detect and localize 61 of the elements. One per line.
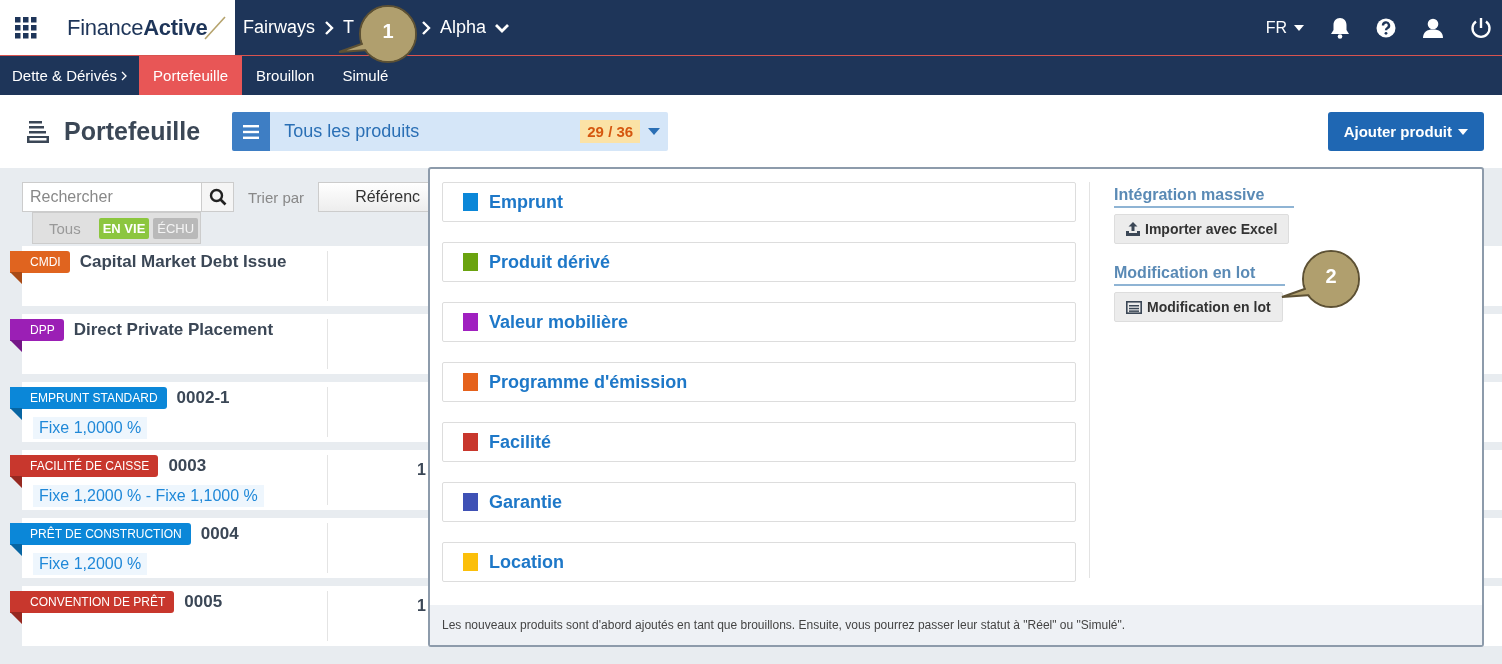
rate-label: Fixe 1,2000 % xyxy=(33,553,148,575)
nav-tab[interactable]: Portefeuille xyxy=(139,56,243,95)
caret-icon xyxy=(648,128,661,135)
menu-icon[interactable] xyxy=(232,112,271,151)
section-label: Dette & Dérivés xyxy=(12,67,118,84)
ribbon-fold xyxy=(10,612,22,624)
breadcrumb-link[interactable]: Fairways xyxy=(243,17,315,38)
sort-label: Trier par xyxy=(248,188,305,206)
power-icon[interactable] xyxy=(1470,16,1492,39)
product-type-option[interactable]: Garantie xyxy=(442,482,1076,522)
product-title[interactable]: Capital Market Debt Issue xyxy=(79,251,287,272)
product-type-option[interactable]: Produit dérivé xyxy=(442,242,1076,282)
breadcrumb-link[interactable]: Alpha xyxy=(440,17,487,38)
product-title[interactable]: 0005 xyxy=(184,591,223,612)
nav-tab[interactable]: Simulé xyxy=(328,56,403,95)
help-icon[interactable] xyxy=(1376,17,1396,38)
ribbon-fold xyxy=(10,340,22,352)
amount-text: 1 xyxy=(417,461,426,479)
action-button[interactable]: Modification en lot xyxy=(1114,292,1283,322)
product-title[interactable]: 0004 xyxy=(200,523,239,544)
list-icon xyxy=(1126,300,1142,314)
product-type-option[interactable]: Facilité xyxy=(442,422,1076,462)
bell-icon[interactable] xyxy=(1330,16,1350,39)
logo: FinanceActive xyxy=(67,14,228,41)
amount-text: 1 xyxy=(417,597,426,615)
sort-dropdown[interactable]: Référenc xyxy=(318,182,431,212)
action-button[interactable]: Importer avec Excel xyxy=(1114,214,1290,244)
product-type-option[interactable]: Valeur mobilière xyxy=(442,302,1076,342)
nav-tab[interactable]: Brouillon xyxy=(242,56,329,95)
chevron-right-icon xyxy=(324,20,334,35)
search-field[interactable]: Rechercher xyxy=(22,182,202,212)
upload-icon xyxy=(1126,222,1140,236)
chevron-down-icon xyxy=(495,22,510,33)
chevron-right-icon xyxy=(421,20,431,35)
ribbon-fold xyxy=(10,272,22,284)
rate-label: Fixe 1,2000 % - Fixe 1,1000 % xyxy=(33,485,264,507)
caret-icon xyxy=(1458,128,1468,135)
info-note: Les nouveaux produits sont d'abord ajoutés en tant que brouillons. Ensuite, vous pourrez passer leur statut à "Réel" ou "Simulé". xyxy=(430,605,1482,645)
product-title[interactable]: 0002-1 xyxy=(176,387,230,408)
page-title: Portefeuille xyxy=(64,117,201,146)
ribbon-fold xyxy=(10,476,22,488)
caret-icon xyxy=(1294,24,1304,31)
product-type-option[interactable]: Location xyxy=(442,542,1076,582)
count-badge: 29 / 36 xyxy=(580,120,641,143)
ribbon-fold xyxy=(10,544,22,556)
product-title[interactable]: 0003 xyxy=(168,455,207,476)
product-title[interactable]: Direct Private Placement xyxy=(73,319,274,340)
search-icon[interactable] xyxy=(202,182,234,212)
user-icon[interactable] xyxy=(1422,17,1444,38)
chevron-right-icon xyxy=(121,70,128,81)
ribbon-fold xyxy=(10,408,22,420)
product-type-option[interactable]: Emprunt xyxy=(442,182,1076,222)
product-filter-dropdown[interactable]: Tous les produits 29 / 36 xyxy=(232,112,669,151)
apps-grid-icon[interactable] xyxy=(15,16,37,39)
add-product-button[interactable]: Ajouter produit xyxy=(1327,112,1484,151)
rate-label: Fixe 1,0000 % xyxy=(33,417,148,439)
product-type-option[interactable]: Programme d'émission xyxy=(442,362,1076,402)
language-selector[interactable]: FR xyxy=(1265,18,1304,37)
breadcrumb-link[interactable]: T xyxy=(343,17,354,38)
section-heading: Intégration massive xyxy=(1114,186,1295,208)
portfolio-icon xyxy=(26,119,50,144)
